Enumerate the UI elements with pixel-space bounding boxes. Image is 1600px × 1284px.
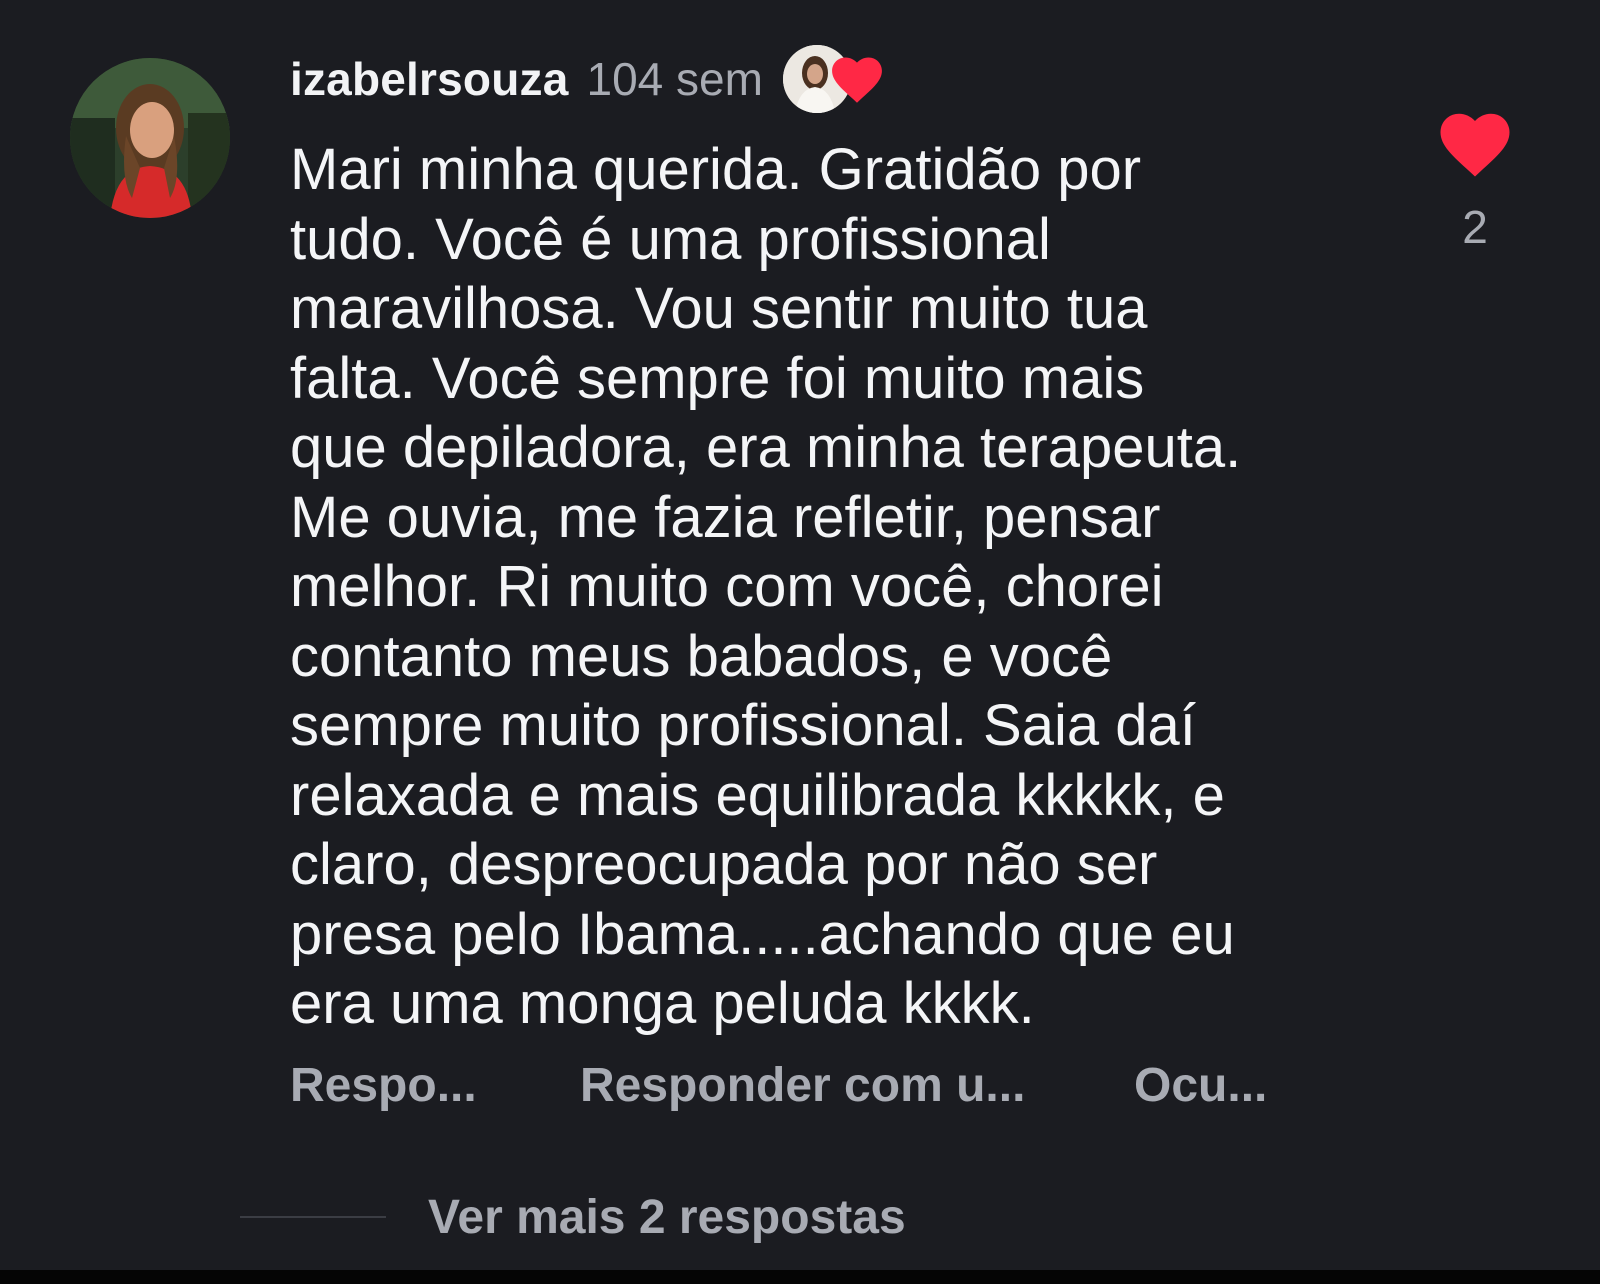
comment-line: relaxada e mais equilibrada kkkkk, e	[290, 762, 1225, 828]
replies-divider	[240, 1216, 386, 1218]
comment-line: tudo. Você é uma profissional	[290, 206, 1051, 272]
comment-line: claro, despreocupada por não ser	[290, 832, 1158, 897]
comment-text: Mari minha querida. Gratidão por tudo. V…	[290, 135, 1370, 1039]
commenter-avatar[interactable]	[70, 58, 230, 218]
heart-icon[interactable]	[1439, 112, 1511, 178]
comment-time: 104 sem	[586, 53, 763, 105]
reply-with-gif-button[interactable]: Responder com u...	[580, 1058, 1025, 1113]
author-liked-indicator	[782, 44, 893, 114]
heart-icon	[832, 57, 882, 103]
like-count[interactable]: 2	[1430, 200, 1520, 254]
reply-button[interactable]: Respo...	[290, 1058, 477, 1113]
comment-header: izabelrsouza 104 sem	[290, 44, 893, 114]
comment-line: maravilhosa. Vou sentir muito tua	[290, 276, 1148, 341]
comment-line: presa pelo Ibama.....achando que eu	[290, 901, 1235, 967]
comment-line: que depiladora, era minha terapeuta.	[290, 415, 1242, 480]
comment-line: Mari minha querida. Gratidão por	[290, 137, 1142, 202]
view-more-replies-label[interactable]: Ver mais 2 respostas	[428, 1190, 906, 1245]
comment-line: contanto meus babados, e você	[290, 623, 1113, 689]
hide-button[interactable]: Ocu...	[1134, 1058, 1267, 1113]
view-more-replies[interactable]: Ver mais 2 respostas	[240, 1182, 906, 1252]
comment-line: era uma monga peluda kkkk.	[290, 971, 1035, 1036]
comment-line: falta. Você sempre foi muito mais	[290, 345, 1145, 411]
comment-screen: izabelrsouza 104 sem Mari minha querida.…	[0, 0, 1600, 1270]
comment-line: Me ouvia, me fazia refletir, pensar	[290, 484, 1161, 550]
comment-line: melhor. Ri muito com você, chorei	[290, 554, 1164, 619]
username[interactable]: izabelrsouza	[290, 52, 569, 106]
comment-line: sempre muito profissional. Saia daí	[290, 693, 1196, 758]
like-control: 2	[1430, 112, 1520, 254]
bottom-edge	[0, 1270, 1600, 1284]
